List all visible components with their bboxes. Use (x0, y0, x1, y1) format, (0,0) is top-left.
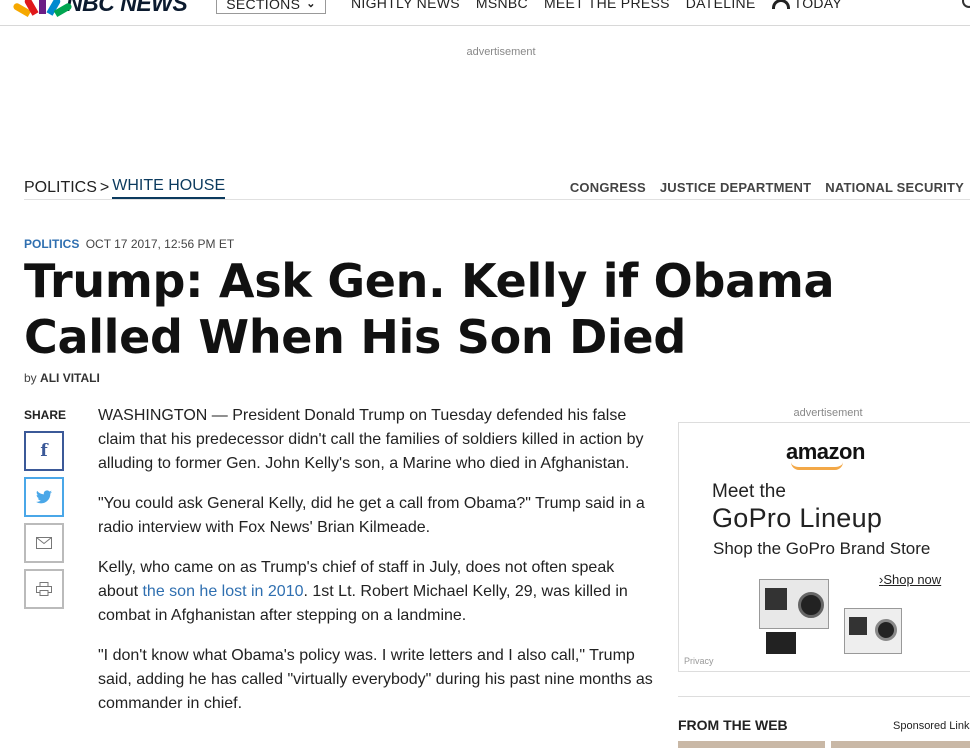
subnav-congress[interactable]: CONGRESS (570, 180, 646, 195)
ad-privacy-link[interactable]: Privacy (684, 656, 714, 666)
today-sun-icon (771, 0, 790, 10)
article-meta: POLITICS OCT 17 2017, 12:56 PM ET (24, 237, 234, 251)
breadcrumb-politics[interactable]: POLITICS (24, 179, 97, 197)
shop-now-label: Shop now (883, 572, 942, 587)
twitter-icon (36, 490, 52, 504)
breadcrumb-separator: > (99, 179, 110, 196)
facebook-share-button[interactable]: f (24, 431, 64, 471)
today-label: TODAY (793, 0, 843, 11)
email-share-button[interactable] (24, 523, 64, 563)
chevron-down-icon: ⌄ (306, 0, 316, 10)
byline: by ALI VITALI (24, 371, 100, 385)
subnav-national-security[interactable]: NATIONAL SECURITY (825, 180, 964, 195)
network-links: NIGHTLY NEWS MSNBC MEET THE PRESS DATELI… (351, 0, 842, 11)
article-datetime: OCT 17 2017, 12:56 PM ET (85, 237, 235, 251)
section-subnav: CONGRESS JUSTICE DEPARTMENT NATIONAL SEC… (570, 180, 964, 195)
ad-subline: Shop the GoPro Brand Store (713, 539, 931, 558)
share-label: SHARE (24, 408, 67, 422)
article-headline: Trump: Ask Gen. Kelly if Obama Called Wh… (24, 254, 835, 364)
paragraph: "You could ask General Kelly, did he get… (98, 495, 645, 536)
sponsored-thumbnail[interactable] (831, 741, 970, 748)
subnav-justice-department[interactable]: JUSTICE DEPARTMENT (660, 180, 811, 195)
sponsored-thumbnail[interactable] (678, 741, 825, 748)
byline-prefix: by (24, 371, 37, 385)
paragraph: Kelly, who came on as Trump's chief of s… (98, 556, 654, 628)
ad-shop-now-link[interactable]: ›Shop now (879, 572, 941, 587)
amazon-gopro-ad[interactable]: amazon Meet the GoPro Lineup Shop the Go… (678, 422, 970, 672)
breadcrumb: POLITICS > WHITE HOUSE (24, 177, 226, 199)
son-lost-link[interactable]: the son he lost in 2010 (142, 583, 303, 600)
search-icon[interactable] (962, 0, 970, 8)
author-name[interactable]: ALI VITALI (40, 371, 100, 385)
gopro-camera-image (759, 579, 829, 654)
nav-link-dateline[interactable]: DATELINE (686, 0, 756, 11)
section-navigation: POLITICS > WHITE HOUSE CONGRESS JUSTICE … (24, 176, 970, 200)
nav-link-msnbc[interactable]: MSNBC (476, 0, 528, 11)
sponsored-links-label[interactable]: Sponsored Links (893, 720, 970, 732)
sponsored-thumbnails (678, 741, 970, 748)
facebook-icon: f (40, 441, 48, 461)
ad-headline-large: GoPro Lineup (712, 503, 883, 533)
sidebar-divider (678, 696, 970, 697)
nav-link-nightly-news[interactable]: NIGHTLY NEWS (351, 0, 460, 11)
envelope-icon (36, 537, 52, 549)
logo-text: NBC NEWS (66, 0, 188, 16)
nbc-news-logo[interactable]: NBC NEWS (12, 0, 188, 18)
from-the-web-heading: FROM THE WEB (678, 717, 788, 733)
paragraph: WASHINGTON — President Donald Trump on T… (98, 407, 644, 472)
nav-link-meet-the-press[interactable]: MEET THE PRESS (544, 0, 670, 11)
nav-link-today[interactable]: TODAY (771, 0, 843, 11)
printer-icon (36, 582, 52, 596)
peacock-icon (12, 0, 73, 18)
twitter-share-button[interactable] (24, 477, 64, 517)
top-navigation: NBC NEWS SECTIONS ⌄ NIGHTLY NEWS MSNBC M… (0, 0, 970, 26)
top-ad-label: advertisement (466, 46, 536, 58)
breadcrumb-white-house[interactable]: WHITE HOUSE (112, 177, 226, 199)
ad-headline-small: Meet the (712, 481, 786, 502)
gopro-camera-image (844, 608, 902, 654)
paragraph: "I don't know what Obama's policy was. I… (98, 647, 653, 712)
article-category[interactable]: POLITICS (24, 237, 79, 251)
sections-label: SECTIONS (226, 0, 301, 12)
sections-menu-button[interactable]: SECTIONS ⌄ (216, 0, 326, 14)
amazon-smile-icon (791, 462, 843, 470)
article-body: WASHINGTON — President Donald Trump on T… (98, 404, 654, 732)
print-button[interactable] (24, 569, 64, 609)
sidebar-ad-label: advertisement (793, 407, 863, 419)
